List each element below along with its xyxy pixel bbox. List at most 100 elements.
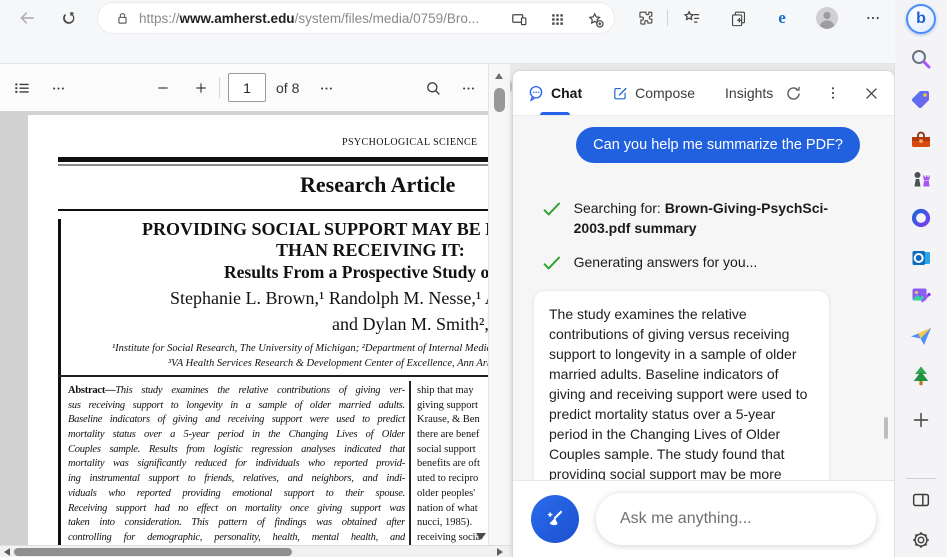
sidebar-tree-button[interactable] [909,364,933,388]
scroll-left-arrow[interactable] [4,548,10,556]
more-icon [320,86,332,90]
more-icon [52,86,64,90]
abstract-line: Couples sample. Results from logistic re… [68,443,405,455]
microsoft-365-icon [911,208,931,228]
sidebar-panel-button[interactable] [910,489,932,511]
address-bar[interactable]: https://www.amherst.edu/system/files/med… [98,3,614,33]
ie-mode-icon: e [778,8,786,27]
new-topic-button[interactable] [531,495,579,543]
toolbar-divider [667,10,668,26]
chat-input-bar [513,480,894,557]
pdf-page: PSYCHOLOGICAL SCIENCE Research Article P… [28,115,488,545]
sidebar-search-button[interactable] [909,47,933,71]
sidebar-microsoft-365-button[interactable] [909,206,933,230]
add-favorite-icon[interactable] [584,8,606,30]
pdf-toc-button[interactable] [9,75,35,101]
profile-button[interactable] [814,5,840,31]
column-line: ship that may [417,385,474,396]
sidebar-image-creator-button[interactable] [909,284,933,308]
outlook-icon [912,251,930,265]
copilot-icon: b [906,4,936,34]
pdf-toolbar-more-button[interactable] [455,75,481,101]
chat-scrollbar-thumb[interactable] [884,417,888,439]
tab-compose[interactable]: Compose [612,71,695,115]
column-line: social support [417,443,476,455]
pdf-toolbar: of 8 [0,64,488,111]
page-count-label: of 8 [276,80,300,96]
copilot-button[interactable]: b [906,4,936,34]
user-message-bubble: Can you help me summarize the PDF? [576,127,860,163]
extensions-button[interactable] [632,5,658,31]
column-line: there are benef [417,429,480,441]
scrollbar-thumb[interactable] [494,88,505,112]
refresh-chat-icon[interactable] [784,84,803,103]
url-text: https://www.amherst.edu/system/files/med… [139,10,480,26]
scrollbar-thumb[interactable] [14,548,292,556]
pdf-vertical-scrollbar[interactable] [488,64,510,545]
column-line: older peoples' [417,487,476,499]
sidebar-drop-button[interactable] [909,324,933,348]
kebab-menu-icon[interactable] [825,85,841,101]
zoom-out-button[interactable] [150,75,176,101]
page-rule [58,375,488,377]
back-button[interactable] [14,5,40,31]
abstract-line: taken into consideration. This pattern o… [68,517,405,529]
tab-label: Insights [725,85,774,101]
gear-icon [913,532,929,548]
pdf-more-button[interactable] [45,75,71,101]
chat-input[interactable] [596,493,876,545]
authors-line2: and Dylan M. Smith²,³ [332,314,488,334]
settings-more-button[interactable] [860,5,886,31]
assistant-answer-text: The study examines the relative contribu… [549,306,808,480]
tab-insights[interactable]: Insights [725,71,773,115]
browser-toolbar: https://www.amherst.edu/system/files/med… [0,0,947,92]
article-title-line1: PROVIDING SOCIAL SUPPORT MAY BE MORE BEN… [142,219,488,239]
sidebar-shopping-button[interactable] [909,87,933,111]
pdf-viewer: of 8 PSYCHOLOGICAL SCIENCE Research Arti… [0,64,510,557]
pdf-canvas: PSYCHOLOGICAL SCIENCE Research Article P… [0,111,488,545]
device-icon[interactable] [508,8,530,30]
collections-button[interactable] [725,5,751,31]
scroll-up-arrow[interactable] [495,73,503,79]
paper-plane-icon [911,328,931,345]
pdf-search-button[interactable] [420,75,446,101]
sidebar-settings-button[interactable] [910,529,932,551]
favorites-button[interactable] [679,5,705,31]
chat-panel-header: Chat Compose Insights [513,71,894,115]
search-icon [912,50,931,69]
scroll-right-arrow[interactable] [497,548,503,556]
pdf-page-more-button[interactable] [313,75,339,101]
ie-mode-button[interactable]: e [769,5,795,31]
abstract-line: Receiving support had no effect on morta… [68,502,405,514]
page-rule [58,157,488,162]
selection-handle-artifact [476,533,486,540]
zoom-in-icon [196,83,206,93]
page-vertical-rule [58,219,61,545]
pdf-horizontal-scrollbar[interactable] [0,545,510,557]
search-icon [426,81,440,95]
lock-icon[interactable] [114,10,131,27]
column-line: nation of what [417,502,478,514]
check-icon [543,256,561,270]
column-divider-rule [409,381,411,545]
sidebar-divider [894,64,895,557]
refresh-button[interactable] [56,5,82,31]
column-line: uted to recipro [417,473,479,485]
games-chess-icon [914,172,930,187]
sidebar-outlook-button[interactable] [909,246,933,270]
grid-icon[interactable] [546,8,568,30]
abstract-line: viduals who reported providing emotional… [68,487,405,499]
chat-conversation: Can you help me summarize the PDF? Searc… [513,115,894,480]
sidebar-section-divider [906,478,936,479]
sidebar-tools-button[interactable] [909,128,933,152]
page-rule [58,209,488,211]
tab-chat[interactable]: Chat [527,71,582,115]
refresh-icon [63,12,75,24]
zoom-in-button[interactable] [188,75,214,101]
close-icon[interactable] [863,85,880,102]
sidebar-games-button[interactable] [909,167,933,191]
check-icon [543,202,561,216]
abstract-line: ing instrumental support to friends, rel… [68,473,405,485]
sidebar-add-button[interactable] [910,409,932,431]
page-number-input[interactable] [228,73,266,102]
